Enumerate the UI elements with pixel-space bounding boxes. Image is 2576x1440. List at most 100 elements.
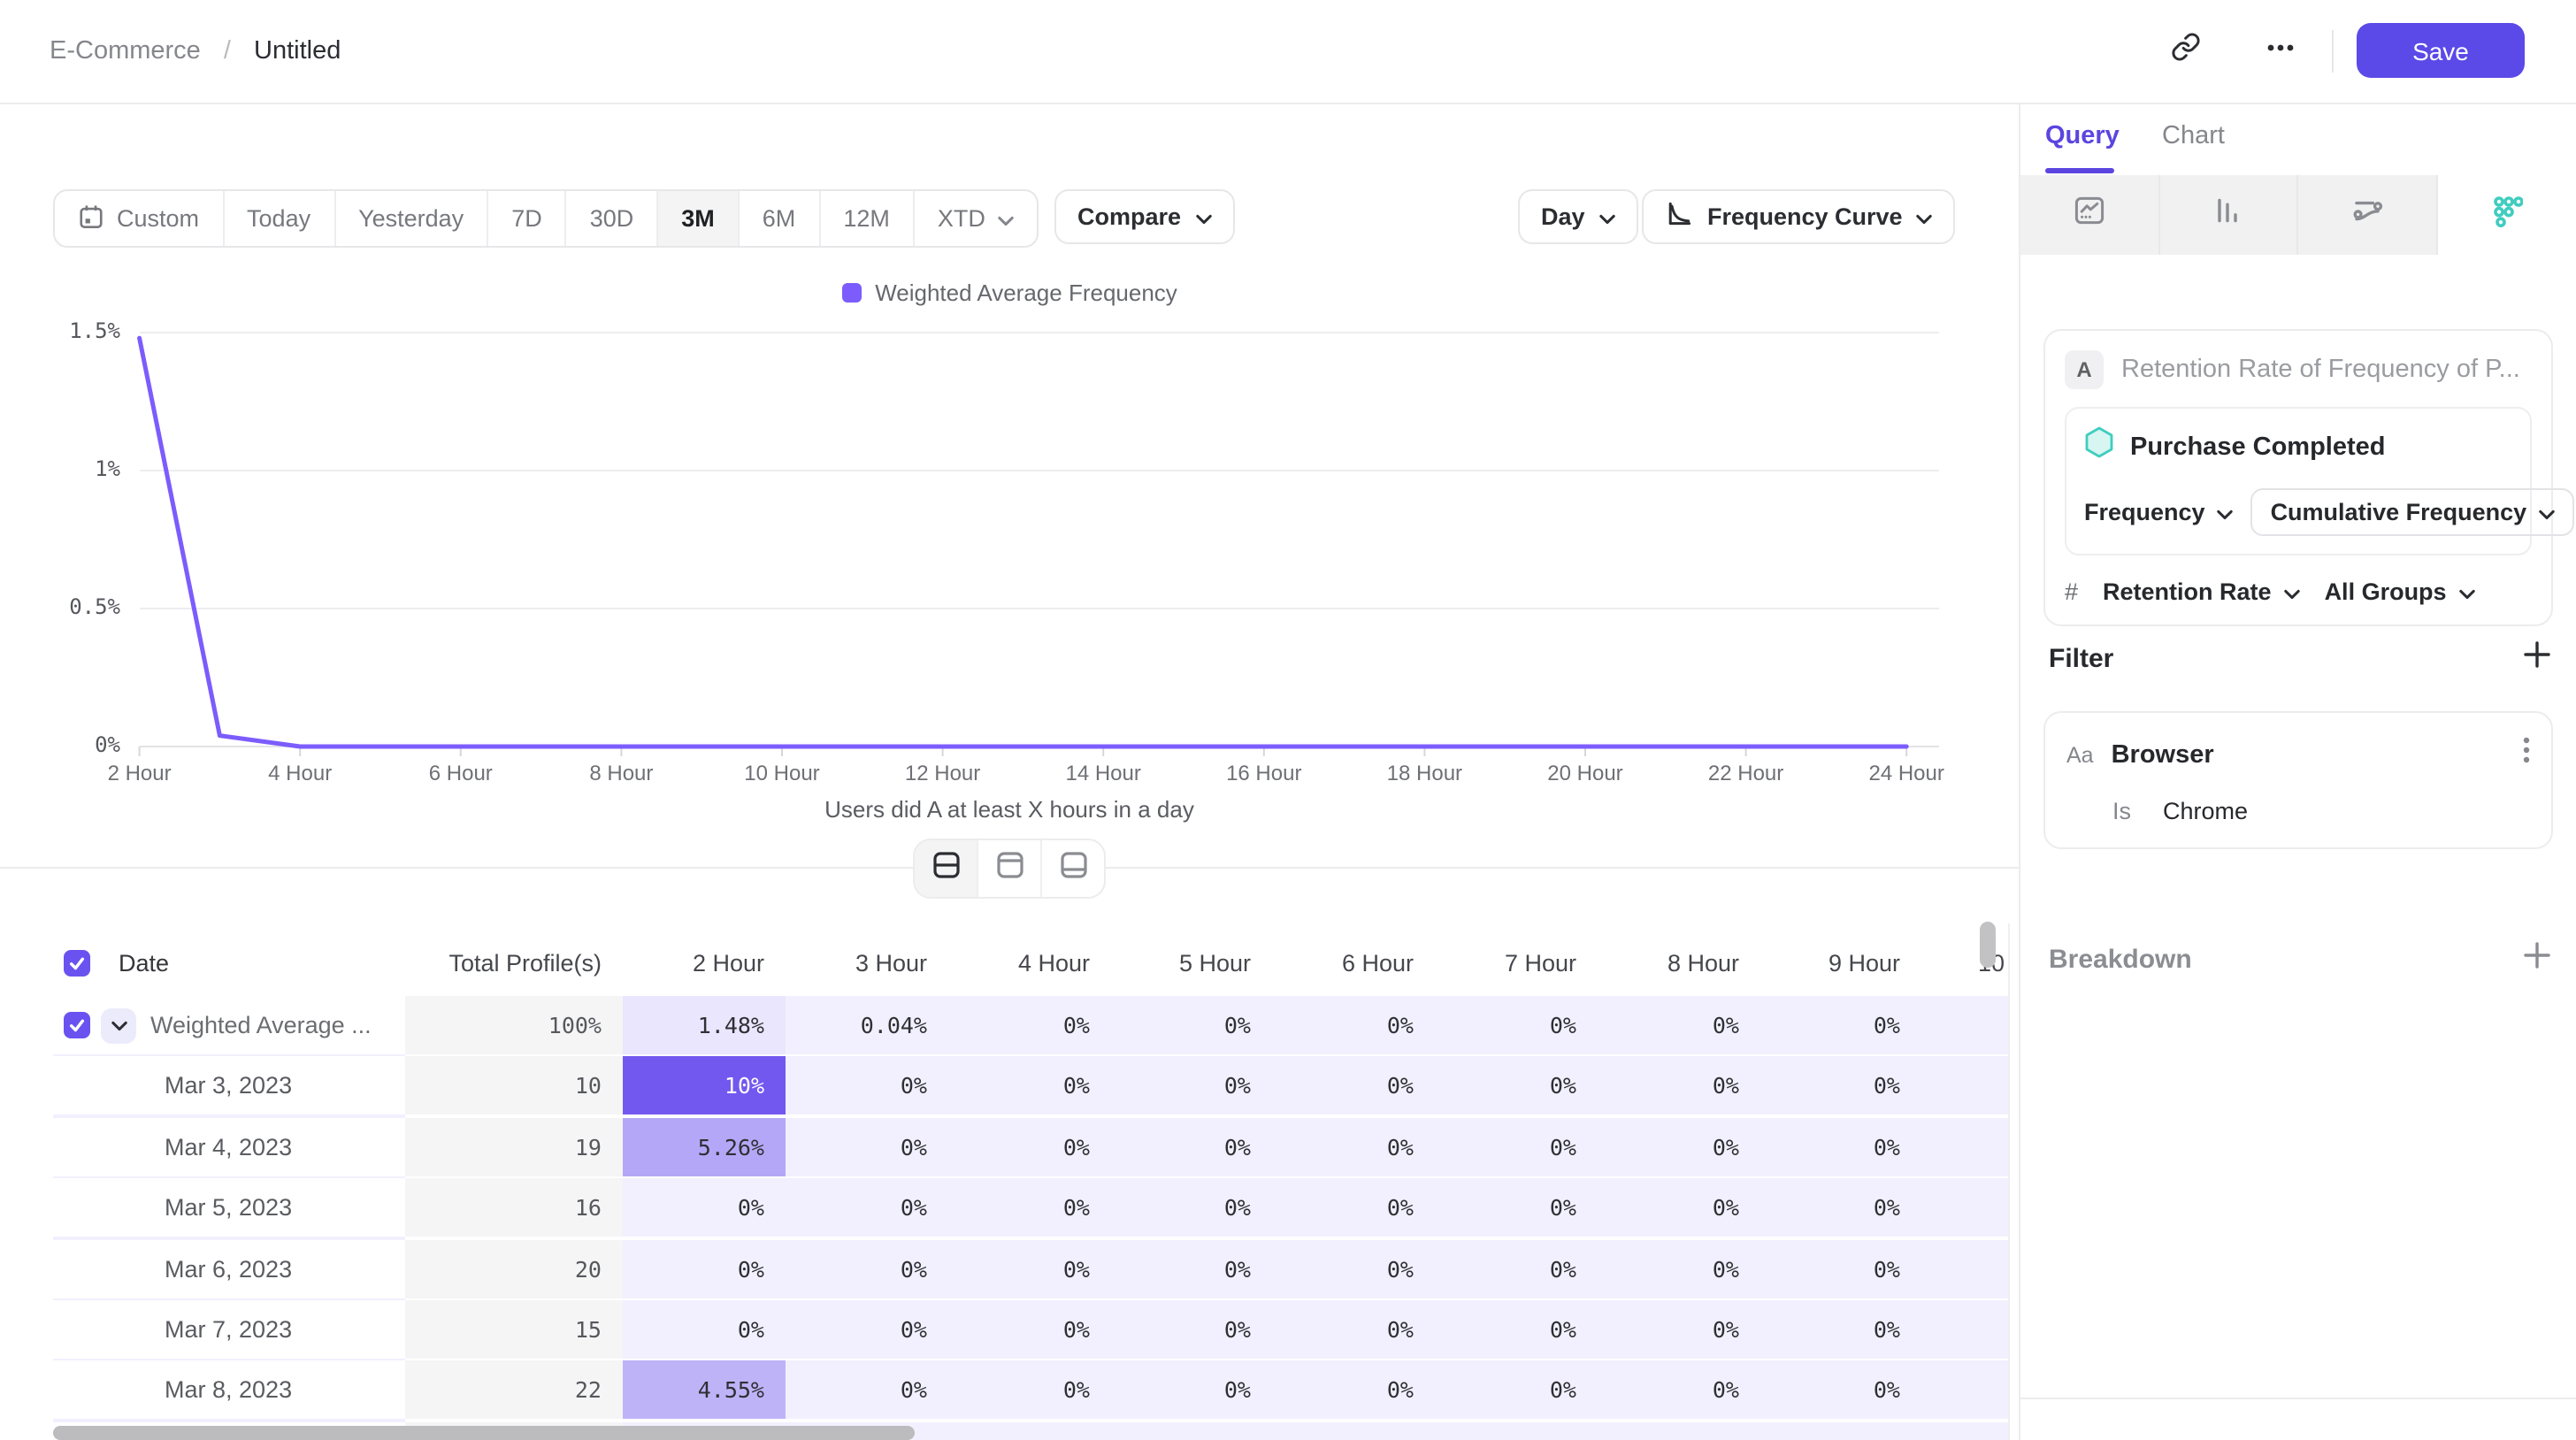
layout-toggle-group	[913, 839, 1106, 899]
table-row: Mar 5, 2023160%0%0%0%0%0%0%0%0%	[53, 1178, 2008, 1237]
tab-query[interactable]: Query	[2045, 122, 2120, 150]
step-title[interactable]: Retention Rate of Frequency of P...	[2121, 356, 2520, 384]
date-cell: Mar 6, 2023	[53, 1239, 405, 1298]
column-header: 7 Hour	[1435, 950, 1598, 977]
event-card[interactable]: Purchase Completed Frequency Cumulative …	[2065, 407, 2532, 555]
range-7d[interactable]: 7D	[487, 191, 565, 246]
add-filter-button[interactable]	[2523, 640, 2551, 678]
range-custom[interactable]: Custom	[55, 191, 222, 246]
value-cell: 0%	[1598, 1178, 1760, 1237]
table-row: Mar 4, 2023195.26%0%0%0%0%0%0%0%0%	[53, 1118, 2008, 1176]
more-options-button[interactable]	[2254, 25, 2307, 78]
query-step-card: A Retention Rate of Frequency of P... Pu…	[2043, 329, 2553, 626]
filter-menu-button[interactable]	[2523, 736, 2530, 773]
value-cell	[1272, 1421, 1435, 1440]
event-name[interactable]: Purchase Completed	[2130, 433, 2386, 461]
expand-row-button[interactable]	[101, 1007, 136, 1043]
date-range-selector: CustomTodayYesterday7D30D 3M 6M 12M XTD	[53, 189, 1039, 248]
column-header: 6 Hour	[1272, 950, 1435, 977]
range-xtd[interactable]: XTD	[913, 191, 1037, 246]
row-checkbox[interactable]	[64, 1012, 90, 1038]
groups-dropdown[interactable]: All Groups	[2325, 578, 2475, 605]
add-breakdown-button[interactable]	[2523, 941, 2551, 978]
value-cell: 0%	[1598, 1300, 1760, 1359]
link-icon	[2170, 32, 2200, 71]
row-label: Weighted Average ...	[150, 996, 372, 1054]
value-cell: 0%	[623, 1300, 786, 1359]
value-cell: 0%	[948, 1178, 1111, 1237]
range-yesterday[interactable]: Yesterday	[334, 191, 487, 246]
range-label: 3M	[681, 205, 715, 232]
chart-mode-dropdown[interactable]: Frequency Curve	[1642, 189, 1956, 244]
value-cell: 0%	[1598, 996, 1760, 1054]
layout-chart-only-button[interactable]	[977, 840, 1040, 897]
chart-type-bar-chart[interactable]	[2159, 175, 2298, 255]
compare-button[interactable]: Compare	[1054, 189, 1234, 244]
value-cell: 0%	[948, 1118, 1111, 1176]
value-cell: 0%	[1272, 1361, 1435, 1420]
breadcrumb-report-name[interactable]: Untitled	[254, 37, 341, 65]
right-sidebar: Query Chart A Retention Rate of Frequenc…	[2019, 103, 2576, 1440]
table-row: Mar 6, 2023200%0%0%0%0%0%0%0%0%	[53, 1239, 2008, 1298]
chart-type-flow-chart[interactable]	[2298, 175, 2437, 255]
value-cell: 0%	[1921, 1239, 2008, 1298]
value-cell: 5.26%	[623, 1118, 786, 1176]
x-tick-label: 14 Hour	[1024, 761, 1183, 785]
measure-type-dropdown[interactable]: Cumulative Frequency	[2251, 488, 2575, 536]
value-cell: 0%	[948, 996, 1111, 1054]
measure-dropdown[interactable]: Frequency	[2084, 499, 2234, 525]
range-30d[interactable]: 30D	[565, 191, 657, 246]
breakdown-section-title: Breakdown	[2049, 945, 2192, 975]
value-cell: 0%	[1111, 1178, 1272, 1237]
chart-type-selector	[2020, 175, 2576, 255]
value-cell: 0%	[623, 1239, 786, 1298]
range-3m[interactable]: 3M	[656, 191, 738, 246]
x-tick-label: 20 Hour	[1506, 761, 1665, 785]
value-cell: 0%	[1921, 1118, 2008, 1176]
range-6m[interactable]: 6M	[738, 191, 819, 246]
range-label: XTD	[938, 205, 985, 232]
measure-label: Frequency	[2084, 499, 2205, 525]
header-divider	[2332, 30, 2334, 73]
column-header-label: Date	[119, 950, 169, 977]
filter-value[interactable]: Chrome	[2163, 798, 2248, 824]
x-tick-label: 16 Hour	[1184, 761, 1344, 785]
chart-type-line-chart[interactable]	[2020, 175, 2159, 255]
value-cell: 0%	[786, 1057, 948, 1115]
chart-type-frequency-dots[interactable]	[2437, 175, 2576, 255]
breadcrumb-project[interactable]: E-Commerce	[50, 37, 201, 65]
measure-type-label: Cumulative Frequency	[2271, 499, 2527, 525]
table-body: Weighted Average ...100%1.48%0.04%0%0%0%…	[53, 996, 2008, 1440]
chevron-down-icon	[1195, 203, 1211, 230]
filter-operator[interactable]: Is	[2112, 798, 2131, 824]
column-header: 8 Hour	[1598, 950, 1760, 977]
date-cell: Mar 4, 2023	[53, 1118, 405, 1176]
value-cell: 0%	[1921, 1361, 2008, 1420]
range-today[interactable]: Today	[222, 191, 334, 246]
copy-link-button[interactable]	[2158, 25, 2212, 78]
select-all-checkbox[interactable]	[64, 950, 90, 977]
value-cell: 0%	[1435, 1300, 1598, 1359]
tab-chart[interactable]: Chart	[2162, 122, 2225, 150]
legend-swatch[interactable]	[841, 283, 861, 303]
layout-table-only-button[interactable]	[1040, 840, 1104, 897]
table-row: Weighted Average ...100%1.48%0.04%0%0%0%…	[53, 996, 2008, 1054]
step-letter-badge: A	[2065, 350, 2104, 389]
value-cell: 0%	[1435, 1239, 1598, 1298]
range-12m[interactable]: 12M	[818, 191, 913, 246]
value-cell: 0%	[1760, 1178, 1921, 1237]
value-cell: 0%	[1921, 1057, 2008, 1115]
filter-property[interactable]: Browser	[2112, 740, 2505, 769]
layout-split-icon	[932, 850, 960, 887]
value-cell: 0%	[1272, 1300, 1435, 1359]
bar-chart-icon	[2212, 195, 2244, 235]
aggregation-dropdown[interactable]: Retention Rate	[2103, 578, 2300, 605]
save-button[interactable]: Save	[2357, 23, 2525, 78]
horizontal-scrollbar[interactable]	[53, 1426, 915, 1440]
range-label: 12M	[843, 205, 890, 232]
vertical-scrollbar[interactable]	[1980, 922, 1996, 968]
table-row: Mar 8, 2023224.55%0%0%0%0%0%0%0%0%	[53, 1361, 2008, 1420]
granularity-dropdown[interactable]: Day	[1518, 189, 1638, 244]
layout-split-button[interactable]	[915, 840, 977, 897]
x-tick-label: 2 Hour	[60, 761, 219, 785]
